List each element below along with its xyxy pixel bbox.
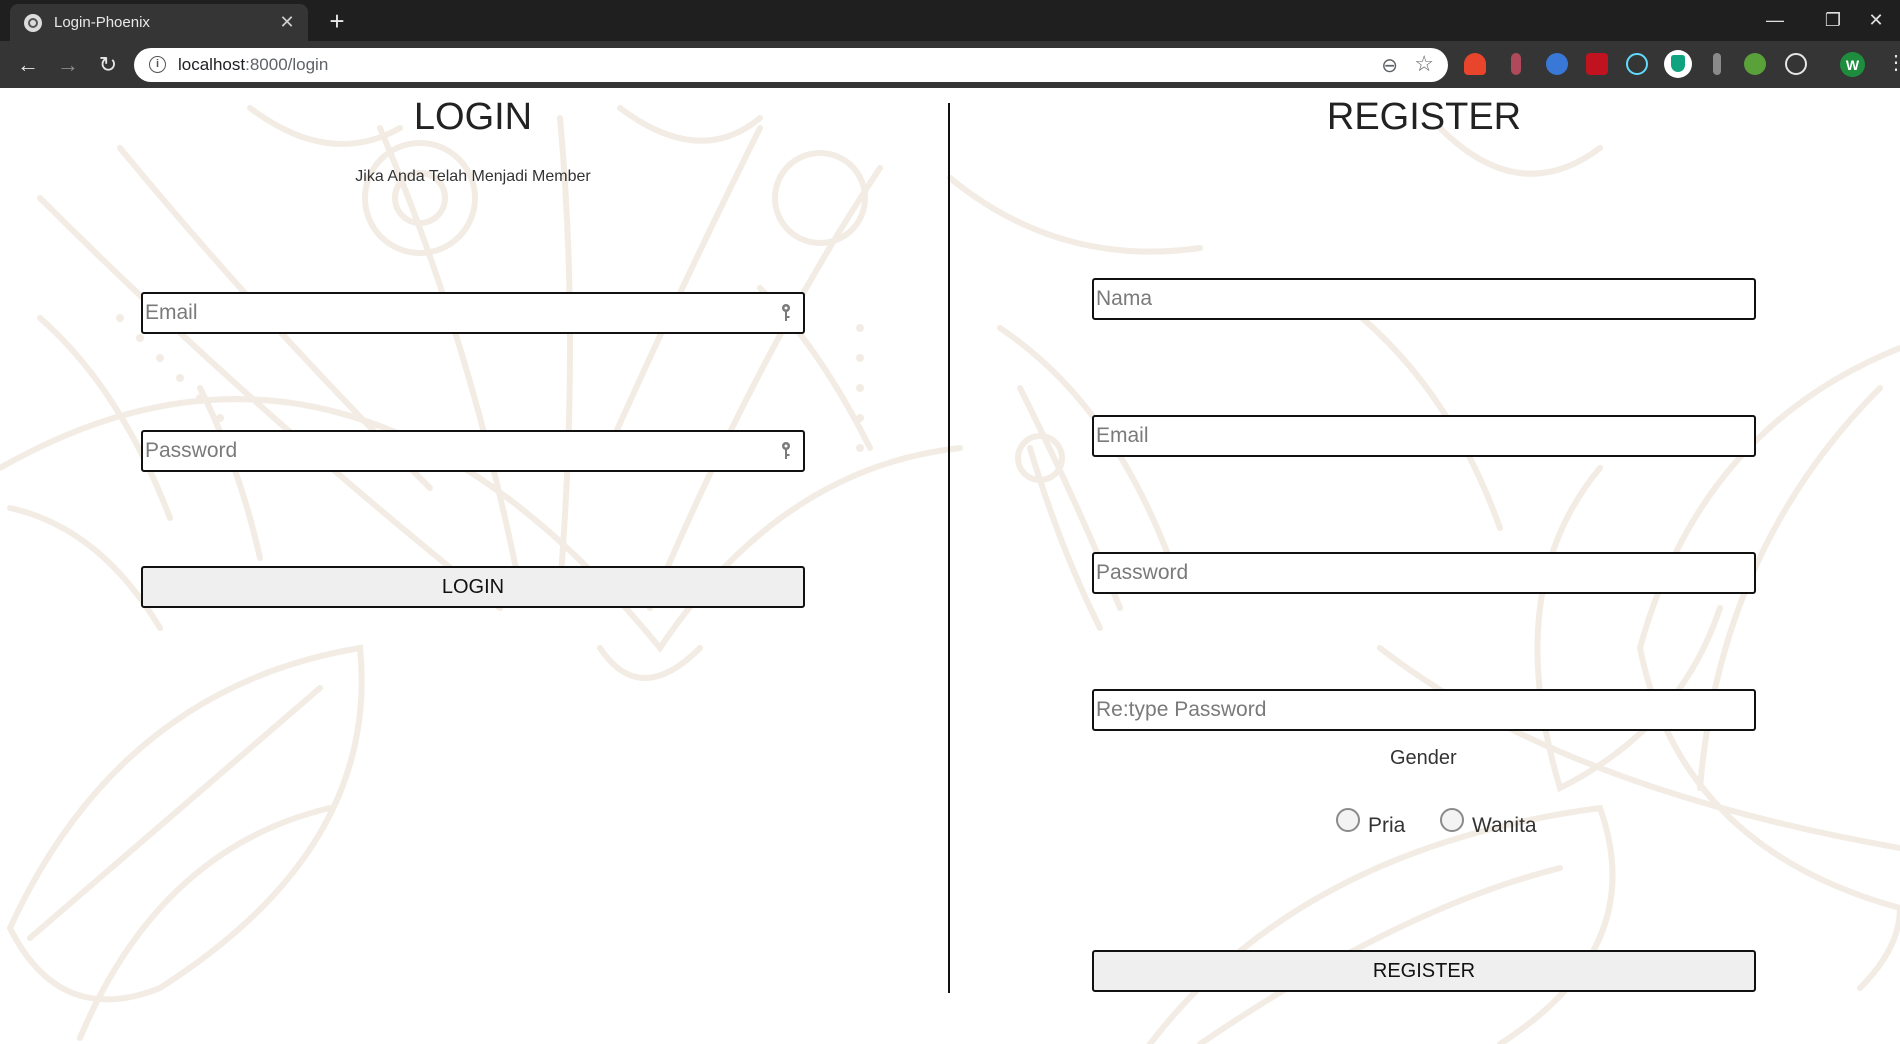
radio-button-pria[interactable]: [1336, 808, 1360, 832]
extension-globe-icon[interactable]: [1546, 53, 1568, 75]
register-name-input[interactable]: [1094, 280, 1754, 318]
reload-button[interactable]: ↻: [92, 51, 124, 79]
extension-icon[interactable]: [1785, 53, 1807, 75]
register-password-input[interactable]: [1094, 554, 1754, 592]
browser-titlebar: Login-Phoenix ✕ + — ❐ ✕: [0, 0, 1900, 41]
register-name-field[interactable]: [1092, 278, 1756, 320]
site-info-icon[interactable]: i: [149, 56, 166, 73]
radio-button-wanita[interactable]: [1440, 808, 1464, 832]
gender-option-label: Wanita: [1472, 814, 1537, 837]
shield-icon: [1671, 55, 1685, 72]
extension-icon[interactable]: [1464, 53, 1486, 75]
gender-label: Gender: [1390, 747, 1457, 769]
browser-menu-icon[interactable]: ⋮: [1886, 50, 1900, 75]
login-password-field[interactable]: [141, 430, 805, 472]
profile-avatar[interactable]: W: [1840, 52, 1865, 77]
register-retype-password-field[interactable]: [1092, 689, 1756, 731]
close-window-button[interactable]: ✕: [1852, 0, 1900, 41]
key-extension-icon[interactable]: [1713, 53, 1721, 75]
gender-option-wanita[interactable]: Wanita: [1440, 808, 1537, 838]
shield-extension-icon[interactable]: [1664, 50, 1692, 78]
login-email-field[interactable]: [141, 292, 805, 334]
bookmark-star-icon[interactable]: ☆: [1414, 51, 1434, 77]
login-email-input[interactable]: [143, 294, 803, 332]
login-button[interactable]: LOGIN: [141, 566, 805, 608]
zoom-icon[interactable]: ⊖: [1381, 53, 1398, 78]
address-bar[interactable]: i localhost:8000/login ⊖ ☆: [134, 48, 1448, 82]
register-password-field[interactable]: [1092, 552, 1756, 594]
register-button[interactable]: REGISTER: [1092, 950, 1756, 992]
key-icon: [782, 304, 790, 321]
register-email-field[interactable]: [1092, 415, 1756, 457]
login-subtitle: Jika Anda Telah Menjadi Member: [355, 168, 591, 185]
globe-icon: [24, 13, 42, 32]
new-tab-button[interactable]: +: [322, 6, 352, 37]
login-password-input[interactable]: [143, 432, 803, 470]
login-title: LOGIN: [413, 96, 533, 138]
url-path: :8000/login: [245, 55, 329, 74]
register-retype-password-input[interactable]: [1094, 691, 1754, 729]
pdf-extension-icon[interactable]: [1586, 53, 1608, 75]
page-viewport: LOGIN Jika Anda Telah Menjadi Member LOG…: [0, 88, 1900, 1044]
forward-button[interactable]: →: [52, 51, 84, 79]
key-icon: [782, 442, 790, 459]
panel-divider: [948, 103, 950, 993]
react-devtools-icon[interactable]: [1626, 53, 1648, 75]
back-button[interactable]: ←: [12, 51, 44, 79]
gender-option-pria[interactable]: Pria: [1336, 808, 1405, 838]
extension-icon[interactable]: [1744, 53, 1766, 75]
tab-title: Login-Phoenix: [54, 14, 150, 31]
minimize-button[interactable]: —: [1748, 0, 1802, 41]
gender-option-label: Pria: [1368, 814, 1406, 837]
url-host: localhost: [178, 55, 246, 74]
extension-icon[interactable]: [1511, 53, 1521, 75]
tab-close-icon[interactable]: ✕: [276, 12, 298, 33]
register-title: REGISTER: [1326, 96, 1522, 138]
register-email-input[interactable]: [1094, 417, 1754, 455]
browser-tab-active[interactable]: Login-Phoenix ✕: [10, 4, 308, 41]
address-url[interactable]: localhost:8000/login: [178, 55, 328, 75]
